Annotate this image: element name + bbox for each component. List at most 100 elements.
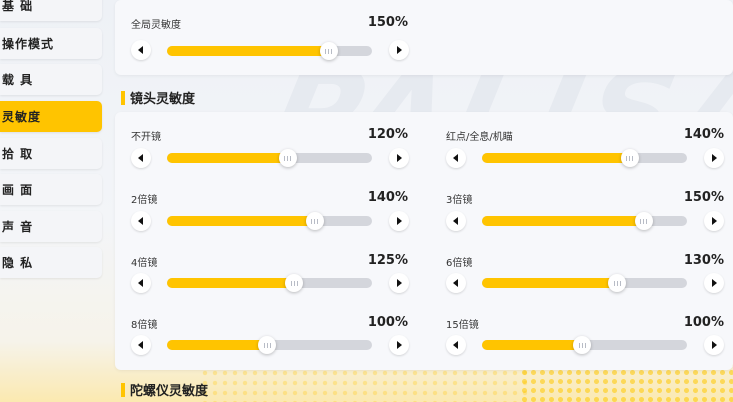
increase-button[interactable] xyxy=(389,273,409,293)
sidebar-item-label: 载 具 xyxy=(2,73,34,87)
chevron-left-icon xyxy=(453,154,458,162)
slider-track[interactable] xyxy=(482,336,687,354)
decrease-button[interactable] xyxy=(446,273,466,293)
global-sensitivity-card xyxy=(115,0,733,75)
increase-button[interactable] xyxy=(704,148,724,168)
slider-value: 120% xyxy=(367,127,408,142)
sidebar-item-label: 声 音 xyxy=(2,220,34,234)
slider-track[interactable] xyxy=(167,274,372,292)
decrease-button[interactable] xyxy=(131,273,151,293)
increase-button[interactable] xyxy=(389,148,409,168)
sidebar-item-pickup[interactable]: 拾 取 xyxy=(0,138,102,169)
chevron-right-icon xyxy=(712,279,717,287)
slider-label: 红点/全息/机瞄 xyxy=(446,132,513,143)
slider-track[interactable] xyxy=(167,149,372,167)
slider-value: 150% xyxy=(683,190,724,205)
slider-knob[interactable] xyxy=(319,42,338,60)
sidebar-item-label: 操作模式 xyxy=(2,37,55,51)
slider-fill xyxy=(167,153,288,163)
sidebar-item-graphics[interactable]: 画 面 xyxy=(0,174,102,205)
slider-fill xyxy=(167,46,329,56)
increase-button[interactable] xyxy=(704,335,724,355)
sidebar-item-audio[interactable]: 声 音 xyxy=(0,211,102,242)
chevron-left-icon xyxy=(453,279,458,287)
slider-knob[interactable] xyxy=(278,149,297,167)
slider-track[interactable] xyxy=(482,149,687,167)
sidebar-item-basic[interactable]: 基 础 xyxy=(0,0,102,21)
slider-track[interactable] xyxy=(167,42,372,60)
slider-fill xyxy=(482,153,630,163)
decrease-button[interactable] xyxy=(446,335,466,355)
slider-track[interactable] xyxy=(482,274,687,292)
section-title-text: 陀螺仪灵敏度 xyxy=(130,384,209,399)
slider-fill xyxy=(167,278,295,288)
chevron-left-icon xyxy=(138,341,143,349)
increase-button[interactable] xyxy=(389,335,409,355)
slider-label: 15倍镜 xyxy=(446,320,479,331)
slider-track[interactable] xyxy=(482,212,687,230)
slider-label: 4倍镜 xyxy=(131,258,158,269)
slider-fill xyxy=(167,340,268,350)
slider-value: 130% xyxy=(683,253,724,268)
slider-fill xyxy=(482,216,644,226)
slider-track[interactable] xyxy=(167,336,372,354)
chevron-right-icon xyxy=(397,341,402,349)
increase-button[interactable] xyxy=(704,273,724,293)
settings-sidebar: 基 础 操作模式 载 具 灵敏度 拾 取 画 面 声 音 隐 私 xyxy=(0,0,103,402)
chevron-left-icon xyxy=(138,46,143,54)
chevron-right-icon xyxy=(397,154,402,162)
slider-label: 不开镜 xyxy=(131,132,161,143)
slider-value: 140% xyxy=(367,190,408,205)
chevron-left-icon xyxy=(138,154,143,162)
increase-button[interactable] xyxy=(704,211,724,231)
slider-value: 100% xyxy=(683,315,724,330)
sidebar-item-label: 隐 私 xyxy=(2,256,34,270)
decrease-button[interactable] xyxy=(131,335,151,355)
increase-button[interactable] xyxy=(389,40,409,60)
sidebar-item-control-mode[interactable]: 操作模式 xyxy=(0,28,102,59)
slider-knob[interactable] xyxy=(634,212,653,230)
decrease-button[interactable] xyxy=(131,211,151,231)
slider-value: 140% xyxy=(683,127,724,142)
slider-label: 2倍镜 xyxy=(131,195,158,206)
chevron-left-icon xyxy=(138,217,143,225)
slider-fill xyxy=(482,278,618,288)
slider-track[interactable] xyxy=(167,212,372,230)
sidebar-item-label: 拾 取 xyxy=(2,147,34,161)
section-title-text: 镜头灵敏度 xyxy=(130,92,196,107)
decrease-button[interactable] xyxy=(446,148,466,168)
slider-knob[interactable] xyxy=(305,212,324,230)
sidebar-item-label: 画 面 xyxy=(2,183,34,197)
slider-value: 100% xyxy=(367,315,408,330)
decrease-button[interactable] xyxy=(131,148,151,168)
decrease-button[interactable] xyxy=(446,211,466,231)
chevron-left-icon xyxy=(138,279,143,287)
slider-knob[interactable] xyxy=(620,149,639,167)
chevron-left-icon xyxy=(453,341,458,349)
sidebar-item-privacy[interactable]: 隐 私 xyxy=(0,247,102,278)
chevron-right-icon xyxy=(397,279,402,287)
section-accent-bar xyxy=(121,90,125,105)
chevron-right-icon xyxy=(712,341,717,349)
slider-knob[interactable] xyxy=(285,274,304,292)
section-title-scope: 镜头灵敏度 xyxy=(121,88,195,107)
sidebar-item-label: 基 础 xyxy=(2,0,34,13)
slider-label: 6倍镜 xyxy=(446,258,473,269)
sidebar-item-sensitivity[interactable]: 灵敏度 xyxy=(0,101,102,132)
chevron-right-icon xyxy=(397,46,402,54)
background-dots xyxy=(200,368,530,402)
chevron-right-icon xyxy=(712,154,717,162)
decrease-button[interactable] xyxy=(131,40,151,60)
slider-fill xyxy=(167,216,315,226)
sidebar-item-label: 灵敏度 xyxy=(2,110,42,124)
sidebar-item-vehicle[interactable]: 载 具 xyxy=(0,64,102,95)
chevron-right-icon xyxy=(712,217,717,225)
slider-label: 3倍镜 xyxy=(446,195,473,206)
chevron-right-icon xyxy=(397,217,402,225)
scope-sensitivity-card xyxy=(115,112,733,370)
increase-button[interactable] xyxy=(389,211,409,231)
section-title-gyro: 陀螺仪灵敏度 xyxy=(121,380,208,399)
slider-label: 8倍镜 xyxy=(131,320,158,331)
slider-value: 150% xyxy=(367,15,408,30)
section-accent-bar xyxy=(121,382,125,397)
